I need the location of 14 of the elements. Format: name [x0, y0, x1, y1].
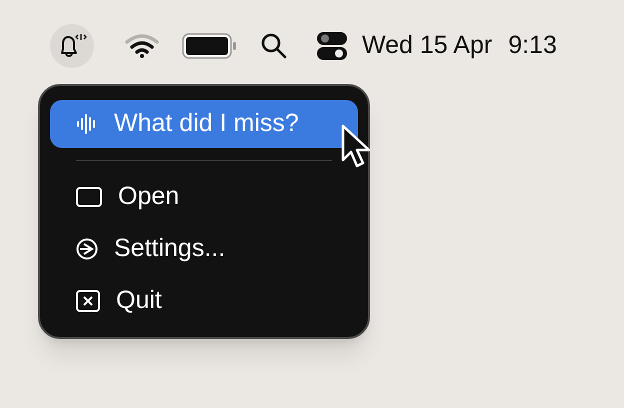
toggle-icon[interactable]	[316, 31, 348, 61]
close-icon	[76, 290, 100, 312]
date-text: Wed 15 Apr	[362, 30, 492, 62]
menu-item[interactable]: Settings...	[50, 225, 358, 273]
notification-bell-icon[interactable]	[50, 24, 94, 68]
menu-item[interactable]: Quit	[50, 277, 358, 325]
wifi-icon[interactable]	[124, 33, 160, 59]
menu-item[interactable]: What did I miss?	[50, 100, 358, 148]
search-icon[interactable]	[260, 32, 288, 60]
battery-icon[interactable]	[182, 33, 238, 59]
menu-item[interactable]: Open	[50, 173, 358, 221]
time-text: 9:13	[508, 30, 557, 62]
waveform-icon	[76, 113, 98, 135]
window-icon	[76, 187, 102, 207]
